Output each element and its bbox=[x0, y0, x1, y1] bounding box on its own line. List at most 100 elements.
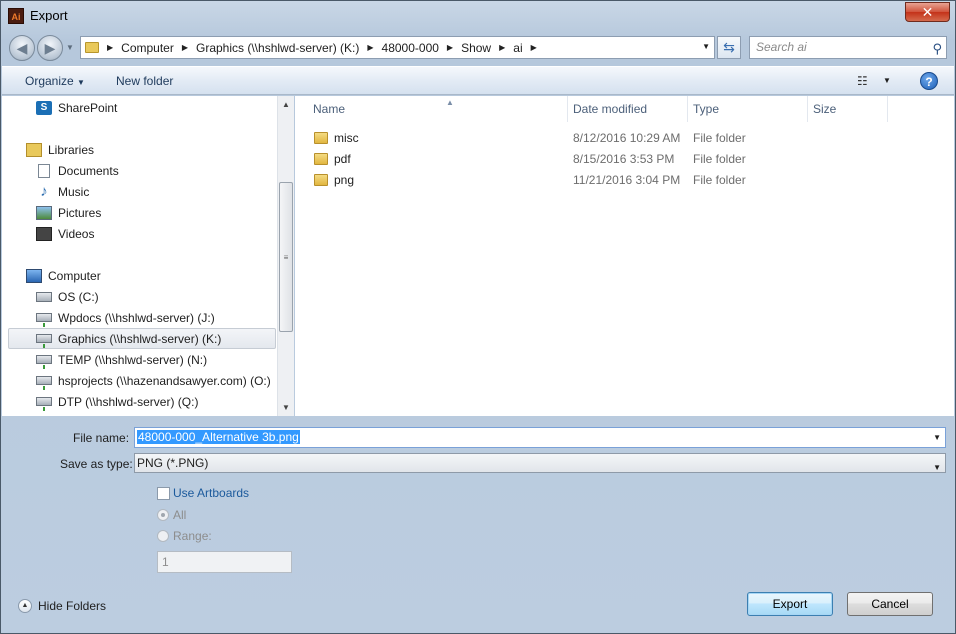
search-icon[interactable]: ⚲ bbox=[932, 38, 942, 59]
file-type: File folder bbox=[693, 173, 746, 187]
nav-item-documents[interactable]: Documents bbox=[36, 160, 119, 181]
file-list: Name ▲ Date modified Type Size misc 8/12/… bbox=[295, 96, 954, 416]
file-type: File folder bbox=[693, 131, 746, 145]
organize-label: Organize bbox=[25, 74, 74, 88]
nav-item-temp-n[interactable]: TEMP (\\hshlwd-server) (N:) bbox=[36, 349, 207, 370]
range-input[interactable]: 1 bbox=[157, 551, 292, 573]
network-drive-icon bbox=[36, 355, 52, 369]
use-artboards-label[interactable]: Use Artboards bbox=[173, 486, 249, 500]
breadcrumb-ai[interactable]: ai bbox=[513, 41, 522, 55]
file-name-field[interactable]: 48000-000_Alternative 3b.png ▼ bbox=[134, 427, 946, 448]
network-drive-icon bbox=[36, 397, 52, 411]
nav-item-videos[interactable]: Videos bbox=[36, 223, 94, 244]
save-type-value: PNG (*.PNG) bbox=[137, 456, 209, 470]
column-header-size[interactable]: Size bbox=[808, 96, 888, 122]
folder-icon bbox=[314, 132, 328, 144]
column-header-type[interactable]: Type bbox=[688, 96, 808, 122]
column-label: Name bbox=[313, 102, 346, 116]
chevron-down-icon: ▼ bbox=[77, 78, 85, 87]
address-bar[interactable]: ▶ Computer ▶ Graphics (\\hshlwd-server) … bbox=[80, 36, 715, 59]
title-bar: Ai Export ✕ bbox=[1, 1, 955, 31]
nav-item-label: Computer bbox=[48, 268, 101, 283]
recent-locations-dropdown[interactable]: ▼ bbox=[66, 43, 74, 52]
back-arrow-icon: ◀ bbox=[16, 40, 28, 56]
cancel-button[interactable]: Cancel bbox=[847, 592, 933, 616]
help-icon[interactable]: ? bbox=[920, 72, 938, 90]
list-item[interactable]: png 11/21/2016 3:04 PM File folder bbox=[295, 170, 895, 191]
column-header-name[interactable]: Name ▲ bbox=[308, 96, 568, 122]
file-date: 8/15/2016 3:53 PM bbox=[573, 152, 675, 166]
music-icon: ♪ bbox=[40, 182, 48, 200]
chevron-right-icon[interactable]: ▶ bbox=[447, 43, 453, 52]
file-name: misc bbox=[334, 131, 359, 145]
nav-item-pictures[interactable]: Pictures bbox=[36, 202, 101, 223]
nav-item-music[interactable]: ♪ Music bbox=[36, 181, 89, 202]
address-dropdown-icon[interactable]: ▼ bbox=[702, 42, 710, 51]
list-item[interactable]: pdf 8/15/2016 3:53 PM File folder bbox=[295, 149, 895, 170]
nav-item-label: SharePoint bbox=[58, 100, 118, 115]
nav-item-label: Documents bbox=[58, 163, 119, 178]
nav-item-libraries[interactable]: Libraries bbox=[26, 139, 94, 160]
new-folder-button[interactable]: New folder bbox=[116, 74, 173, 88]
scrollbar-thumb[interactable]: ≡ bbox=[279, 182, 293, 332]
nav-item-dtp-q[interactable]: DTP (\\hshlwd-server) (Q:) bbox=[36, 391, 198, 412]
view-options-icon[interactable]: ☷ bbox=[857, 74, 868, 88]
back-button[interactable]: ◀ bbox=[9, 35, 35, 61]
chevron-right-icon[interactable]: ▶ bbox=[107, 43, 113, 52]
folder-icon bbox=[314, 174, 328, 186]
file-date: 8/12/2016 10:29 AM bbox=[573, 131, 681, 145]
breadcrumb-computer[interactable]: Computer bbox=[121, 41, 174, 55]
list-item[interactable]: misc 8/12/2016 10:29 AM File folder bbox=[295, 128, 895, 149]
search-input[interactable]: Search ai ⚲ bbox=[749, 36, 947, 59]
all-label: All bbox=[173, 508, 187, 522]
window-title: Export bbox=[30, 8, 68, 23]
hide-folders-label: Hide Folders bbox=[38, 599, 107, 613]
sharepoint-icon: S bbox=[36, 100, 52, 115]
close-button[interactable]: ✕ bbox=[905, 2, 950, 22]
export-button[interactable]: Export bbox=[747, 592, 833, 616]
nav-item-sharepoint[interactable]: S SharePoint bbox=[36, 97, 117, 118]
breadcrumb-graphics[interactable]: Graphics (\\hshlwd-server) (K:) bbox=[196, 41, 359, 55]
nav-item-os-c[interactable]: OS (C:) bbox=[36, 286, 99, 307]
navigation-scrollbar[interactable]: ▲ ≡ ▼ bbox=[277, 96, 294, 416]
save-type-select[interactable]: PNG (*.PNG) ▼ bbox=[134, 453, 946, 473]
folder-icon bbox=[314, 153, 328, 165]
nav-item-label: Wpdocs (\\hshlwd-server) (J:) bbox=[58, 310, 215, 325]
folder-icon bbox=[85, 42, 99, 53]
forward-button[interactable]: ▶ bbox=[37, 35, 63, 61]
organize-button[interactable]: Organize ▼ bbox=[25, 74, 85, 88]
nav-item-label: Videos bbox=[58, 226, 95, 241]
view-dropdown-icon[interactable]: ▼ bbox=[883, 76, 891, 85]
nav-item-label: Libraries bbox=[48, 142, 95, 157]
nav-item-graphics-k[interactable]: Graphics (\\hshlwd-server) (K:) bbox=[8, 328, 276, 349]
nav-item-label: Graphics (\\hshlwd-server) (K:) bbox=[58, 331, 222, 346]
column-header-date[interactable]: Date modified bbox=[568, 96, 688, 122]
range-label: Range: bbox=[173, 529, 212, 543]
nav-item-label: Music bbox=[58, 184, 90, 199]
range-radio[interactable] bbox=[157, 530, 169, 542]
scroll-down-icon[interactable]: ▼ bbox=[278, 399, 294, 416]
scroll-up-icon[interactable]: ▲ bbox=[278, 96, 294, 113]
breadcrumb-show[interactable]: Show bbox=[461, 41, 491, 55]
chevron-right-icon[interactable]: ▶ bbox=[182, 43, 188, 52]
chevron-right-icon[interactable]: ▶ bbox=[499, 43, 505, 52]
breadcrumb-48000-000[interactable]: 48000-000 bbox=[382, 41, 439, 55]
hide-folders-button[interactable]: ▲ Hide Folders bbox=[18, 599, 106, 613]
nav-item-hsprojects-o[interactable]: hsprojects (\\hazenandsawyer.com) (O:) bbox=[36, 370, 271, 391]
chevron-right-icon[interactable]: ▶ bbox=[531, 43, 537, 52]
illustrator-app-icon: Ai bbox=[8, 8, 24, 24]
all-radio[interactable] bbox=[157, 509, 169, 521]
network-drive-icon bbox=[36, 376, 52, 390]
close-icon: ✕ bbox=[921, 4, 934, 20]
file-name-label: File name: bbox=[73, 431, 130, 445]
libraries-icon bbox=[26, 142, 42, 157]
nav-item-wpdocs-j[interactable]: Wpdocs (\\hshlwd-server) (J:) bbox=[36, 307, 215, 328]
refresh-button[interactable]: ⇆ bbox=[717, 36, 741, 59]
chevron-right-icon[interactable]: ▶ bbox=[367, 43, 373, 52]
chevron-up-icon: ▲ bbox=[18, 599, 32, 613]
pictures-icon bbox=[36, 205, 52, 220]
save-type-label: Save as type: bbox=[60, 457, 133, 471]
use-artboards-checkbox[interactable] bbox=[157, 487, 170, 500]
chevron-down-icon[interactable]: ▼ bbox=[933, 428, 941, 447]
nav-item-computer[interactable]: Computer bbox=[26, 265, 101, 286]
